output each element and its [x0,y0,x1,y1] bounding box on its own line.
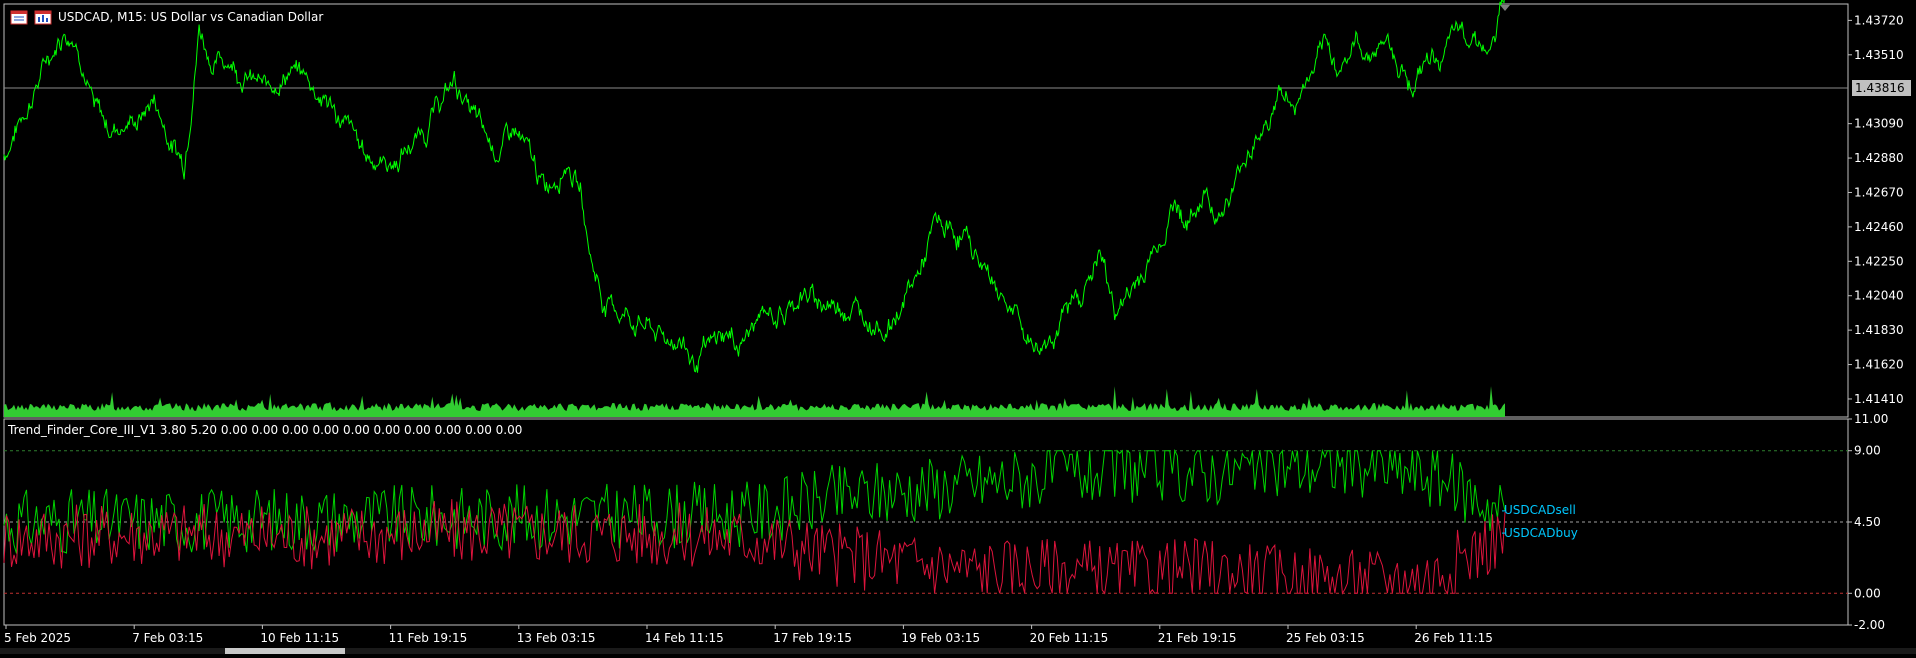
sell-indicator-line [3,448,1506,554]
price-tick-label: 1.41620 [1854,358,1904,372]
time-tick-label: 25 Feb 03:15 [1286,631,1365,645]
volume-area [4,386,1505,417]
time-tick-label: 5 Feb 2025 [4,631,71,645]
volume-histogram [4,386,1505,417]
price-tick-label: 1.42460 [1854,220,1904,234]
chart-tab-active[interactable] [225,648,345,654]
time-tick-label: 7 Feb 03:15 [132,631,203,645]
time-tick-label: 14 Feb 11:15 [645,631,724,645]
chart-window[interactable]: 1.43720 1.43510 1.43090 1.42880 1.42670 1.424… [0,0,1916,654]
time-tick-label: 21 Feb 19:15 [1158,631,1237,645]
price-tick-label: 1.43510 [1854,48,1904,62]
indicator-axis[interactable]: 11.00 9.00 4.50 0.00 -2.00 [1848,412,1888,632]
time-tick-label: 10 Feb 11:15 [260,631,339,645]
indicator-tick-label: 4.50 [1854,515,1881,529]
price-tick-label: 1.42040 [1854,289,1904,303]
chart-header: USDCAD, M15: US Dollar vs Canadian Dolla… [10,8,323,26]
current-price-tag: 1.43816 [1852,80,1911,96]
buy-series-label: USDCADbuy [1504,526,1578,540]
price-tick-label: 1.43720 [1854,13,1904,27]
sell-series-label: USDCADsell [1504,503,1576,517]
symbol-title: USDCAD, M15: US Dollar vs Canadian Dolla… [58,10,324,24]
data-window-icon[interactable] [10,10,28,25]
price-tick-label: 1.41830 [1854,323,1904,337]
price-chart-svg[interactable]: 1.43720 1.43510 1.43090 1.42880 1.42670 1.424… [0,0,1916,654]
time-axis[interactable]: 5 Feb 2025 7 Feb 03:15 10 Feb 11:15 11 Feb … [4,625,1493,645]
price-tick-label: 1.42880 [1854,151,1904,165]
price-axis[interactable]: 1.43720 1.43510 1.43090 1.42880 1.42670 1.424… [1848,13,1904,406]
chart-shift-marker-icon[interactable] [1500,5,1510,11]
time-tick-label: 19 Feb 03:15 [901,631,980,645]
price-line-group [3,0,1505,373]
price-line [3,0,1505,373]
price-tick-label: 1.41410 [1854,392,1904,406]
indicator-tick-label: 11.00 [1854,412,1888,426]
time-tick-label: 20 Feb 11:15 [1030,631,1109,645]
price-tick-label: 1.42670 [1854,185,1904,199]
indicator-tick-label: 0.00 [1854,586,1881,600]
chart-template-icon[interactable] [34,10,52,25]
time-tick-label: 13 Feb 03:15 [517,631,596,645]
time-tick-label: 11 Feb 19:15 [389,631,468,645]
price-tick-label: 1.42250 [1854,254,1904,268]
time-tick-label: 17 Feb 19:15 [773,631,852,645]
price-tick-label: 1.43090 [1854,117,1904,131]
main-panel-frame [3,3,1849,418]
indicator-title: Trend_Finder_Core_III_V1 3.80 5.20 0.00 … [8,423,523,437]
time-tick-label: 26 Feb 11:15 [1414,631,1493,645]
indicator-tick-label: -2.00 [1854,618,1885,632]
indicator-tick-label: 9.00 [1854,444,1881,458]
